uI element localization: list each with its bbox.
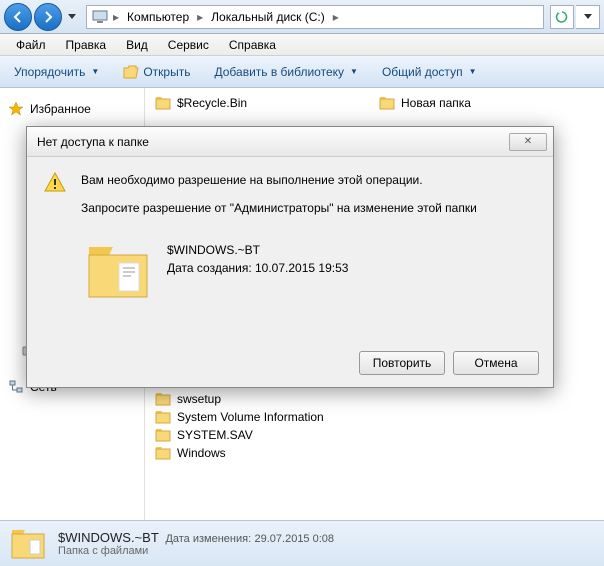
cancel-button[interactable]: Отмена <box>453 351 539 375</box>
star-icon <box>8 101 24 117</box>
menu-help[interactable]: Справка <box>221 36 284 54</box>
list-item[interactable]: Новая папка <box>375 94 475 112</box>
warning-icon <box>43 171 67 195</box>
dropdown-button[interactable] <box>576 5 600 29</box>
status-info: $WINDOWS.~BT Дата изменения: 29.07.2015 … <box>58 530 334 557</box>
breadcrumb[interactable]: ▸ Компьютер ▸ Локальный диск (C:) ▸ <box>86 5 544 29</box>
status-mod-date: 29.07.2015 0:08 <box>255 533 335 545</box>
sidebar-favorites[interactable]: Избранное <box>4 98 140 120</box>
toolbar: Упорядочить▼ Открыть Добавить в библиоте… <box>0 56 604 88</box>
network-icon <box>8 379 24 395</box>
folder-icon <box>83 237 153 307</box>
dialog-title: Нет доступа к папке <box>37 135 149 149</box>
menu-view[interactable]: Вид <box>118 36 156 54</box>
share-button[interactable]: Общий доступ▼ <box>374 62 485 82</box>
folder-icon <box>155 446 171 460</box>
menu-edit[interactable]: Правка <box>58 36 115 54</box>
organize-button[interactable]: Упорядочить▼ <box>6 62 107 82</box>
computer-icon <box>91 8 109 26</box>
status-type: Папка с файлами <box>58 545 334 557</box>
folder-icon <box>155 392 171 406</box>
folder-icon <box>155 96 171 110</box>
forward-button[interactable] <box>34 3 62 31</box>
list-item[interactable]: Windows <box>151 444 598 462</box>
folder-open-icon <box>123 65 139 79</box>
folder-icon <box>379 96 395 110</box>
list-item[interactable]: SYSTEM.SAV <box>151 426 598 444</box>
open-button[interactable]: Открыть <box>115 62 198 82</box>
close-button[interactable]: ✕ <box>509 133 547 151</box>
dialog-folder-info: $WINDOWS.~BT Дата создания: 10.07.2015 1… <box>167 237 348 277</box>
dialog-titlebar: Нет доступа к папке ✕ <box>27 127 553 157</box>
status-bar: $WINDOWS.~BT Дата изменения: 29.07.2015 … <box>0 520 604 566</box>
list-item[interactable]: System Volume Information <box>151 408 598 426</box>
chevron-right-icon: ▸ <box>331 10 341 24</box>
nav-history-dropdown[interactable] <box>64 6 80 28</box>
breadcrumb-item[interactable]: Компьютер <box>121 6 195 28</box>
chevron-right-icon: ▸ <box>111 10 121 24</box>
menu-tools[interactable]: Сервис <box>160 36 217 54</box>
permission-dialog: Нет доступа к папке ✕ Вам необходимо раз… <box>26 126 554 388</box>
retry-button[interactable]: Повторить <box>359 351 445 375</box>
folder-icon <box>10 528 46 560</box>
folder-icon <box>155 428 171 442</box>
menu-file[interactable]: Файл <box>8 36 54 54</box>
status-filename: $WINDOWS.~BT <box>58 530 159 545</box>
refresh-button[interactable] <box>550 5 574 29</box>
back-button[interactable] <box>4 3 32 31</box>
nav-bar: ▸ Компьютер ▸ Локальный диск (C:) ▸ <box>0 0 604 34</box>
list-item[interactable]: swsetup <box>151 390 598 408</box>
add-library-button[interactable]: Добавить в библиотеку▼ <box>206 62 365 82</box>
menu-bar: Файл Правка Вид Сервис Справка <box>0 34 604 56</box>
folder-icon <box>155 410 171 424</box>
dialog-message: Вам необходимо разрешение на выполнение … <box>81 171 477 227</box>
status-mod-label: Дата изменения: <box>165 533 251 545</box>
breadcrumb-item[interactable]: Локальный диск (C:) <box>205 6 331 28</box>
chevron-right-icon: ▸ <box>195 10 205 24</box>
